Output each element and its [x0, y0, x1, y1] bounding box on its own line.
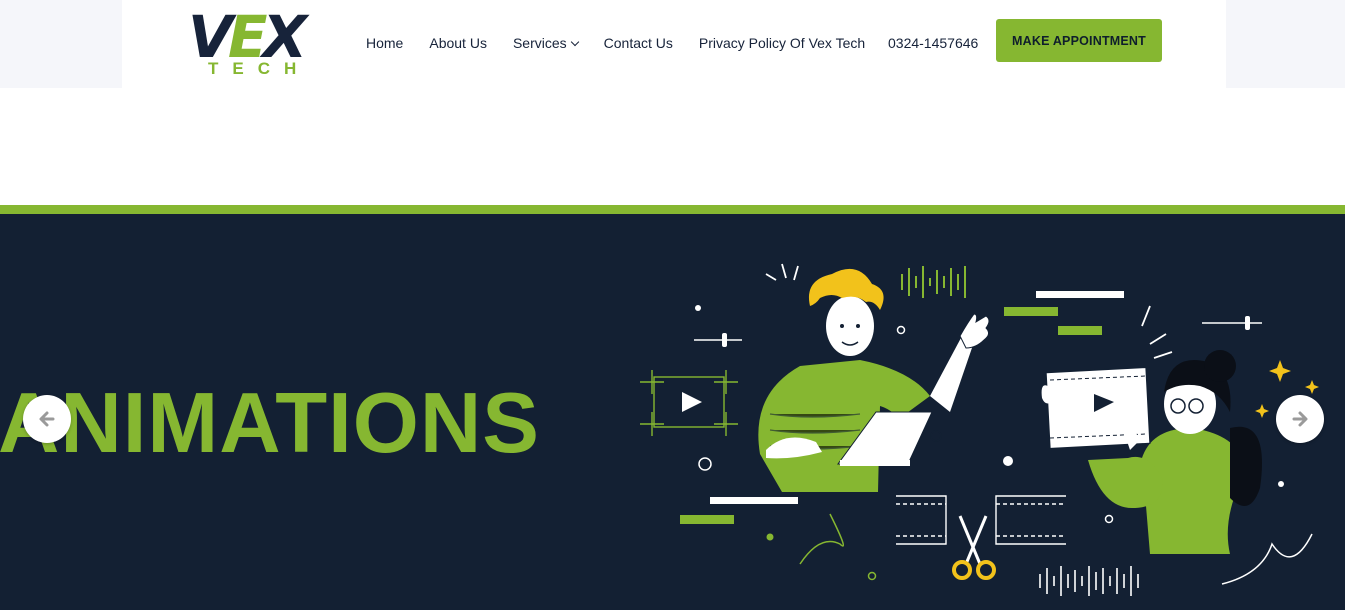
site-header: VEX TECH Home About Us Services Contact … [122, 0, 1226, 88]
arrow-left-icon [39, 411, 55, 427]
nav-home-label: Home [366, 35, 404, 51]
slider-next-button[interactable] [1276, 395, 1324, 443]
main-nav: Home About Us Services Contact Us Privac… [366, 35, 891, 51]
hero-top-accent-line [0, 205, 1345, 214]
nav-privacy-policy[interactable]: Privacy Policy Of Vex Tech [699, 35, 865, 51]
arrow-right-icon [1292, 411, 1308, 427]
nav-contact-us[interactable]: Contact Us [604, 35, 673, 51]
nav-privacy-label: Privacy Policy Of Vex Tech [698, 35, 866, 51]
make-appointment-button[interactable]: MAKE APPOINTMENT [996, 19, 1162, 62]
animation-team-illustration [640, 263, 1319, 596]
logo-subtext: TECH [208, 59, 311, 78]
hero-slider: ANIMATIONS [0, 214, 1345, 610]
vex-tech-logo[interactable]: VEX TECH [188, 8, 333, 80]
nav-services[interactable]: Services [512, 35, 579, 51]
slider-prev-button[interactable] [23, 395, 71, 443]
nav-services-label: Services [512, 35, 567, 51]
nav-about-label: About Us [429, 35, 487, 51]
nav-home[interactable]: Home [366, 35, 403, 51]
phone-number[interactable]: 0324-1457646 [888, 35, 978, 51]
nav-about-us[interactable]: About Us [429, 35, 487, 51]
logo-wordmark: VEX [188, 8, 307, 66]
nav-contact-label: Contact Us [603, 35, 673, 51]
chevron-down-icon [570, 37, 579, 46]
hero-title: ANIMATIONS [0, 376, 540, 471]
